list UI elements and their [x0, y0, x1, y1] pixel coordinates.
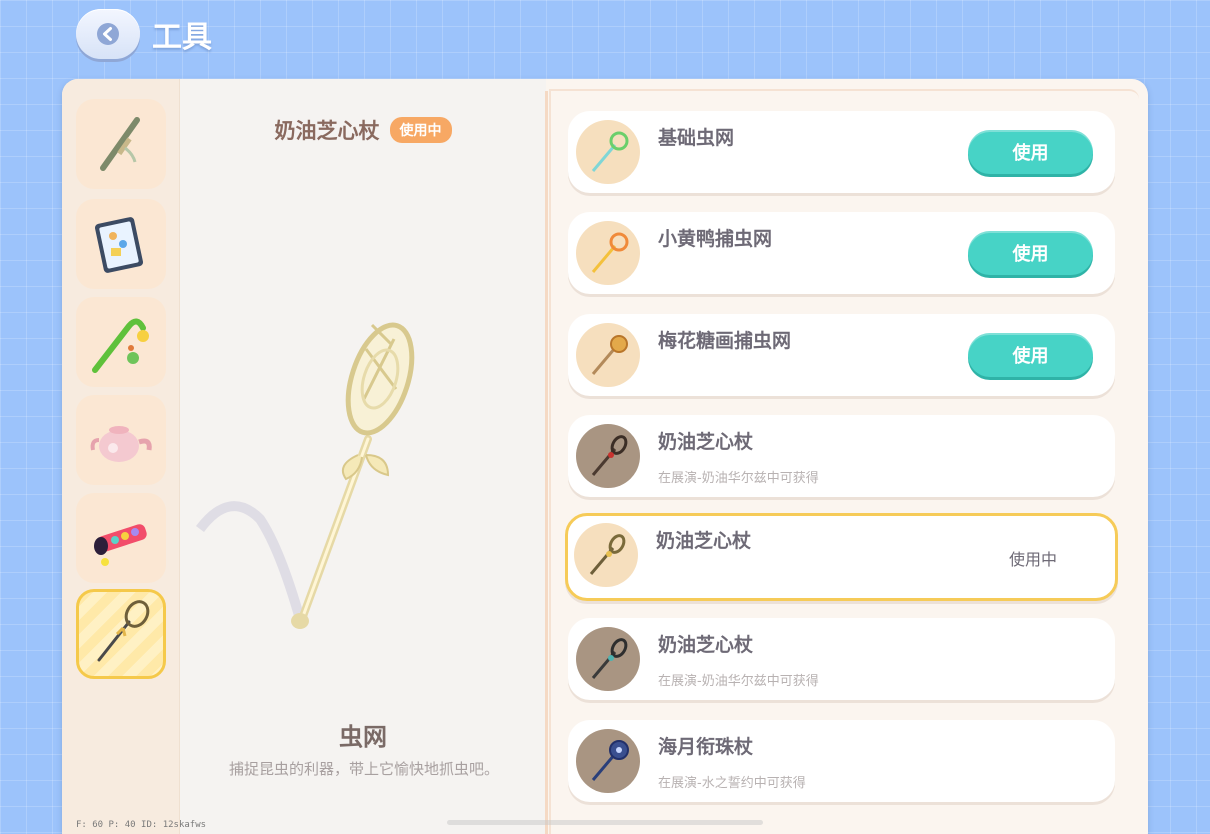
- use-button[interactable]: 使用: [968, 130, 1093, 174]
- list-item[interactable]: 小黄鸭捕虫网 使用: [568, 212, 1115, 294]
- bug-net-wand-icon: [97, 600, 150, 662]
- item-name: 小黄鸭捕虫网: [658, 228, 773, 250]
- back-button[interactable]: [76, 9, 140, 59]
- item-thumbnail: [574, 523, 638, 587]
- list-item[interactable]: 奶油芝心杖 在展演-奶油华尔兹中可获得: [568, 618, 1115, 700]
- item-name: 奶油芝心杖: [658, 634, 754, 656]
- category-name: 虫网: [339, 723, 387, 751]
- use-button[interactable]: 使用: [968, 231, 1093, 275]
- sea-moon-wand-icon: [591, 740, 629, 781]
- category-sidebar: [62, 79, 180, 834]
- page-title: 工具: [152, 20, 212, 55]
- preview-item-name: 奶油芝心杖: [274, 119, 380, 143]
- tablet-book-icon: [94, 217, 144, 273]
- sword-tool-icon: [100, 117, 140, 171]
- list-item-selected[interactable]: 奶油芝心杖 使用中: [565, 513, 1118, 601]
- kaleidoscope-icon: [94, 524, 147, 566]
- item-name: 奶油芝心杖: [656, 530, 752, 552]
- in-use-badge: 使用中: [389, 117, 452, 143]
- item-source: 在展演-奶油华尔兹中可获得: [658, 674, 819, 689]
- list-item[interactable]: 梅花糖画捕虫网 使用: [568, 314, 1115, 396]
- item-preview: 奶油芝心杖 使用中 虫网 捕捉昆虫的利器，带上它愉快地抓虫吧。: [180, 79, 546, 834]
- chevron-left-icon: [97, 23, 119, 45]
- sidebar-item-kaleidoscope[interactable]: [76, 493, 166, 583]
- sidebar-item-handbook[interactable]: [76, 199, 166, 289]
- sidebar-item-bug-net[interactable]: [76, 589, 166, 679]
- cream-wand-model: [196, 322, 415, 629]
- list-item[interactable]: 海月衔珠杖 在展演-水之誓约中可获得: [568, 720, 1115, 802]
- use-button[interactable]: 使用: [968, 333, 1093, 377]
- sidebar-item-teapot[interactable]: [76, 395, 166, 485]
- item-thumbnail: [576, 120, 640, 184]
- item-name: 奶油芝心杖: [658, 431, 754, 453]
- duck-net-icon: [591, 232, 629, 273]
- cream-wand-teal-icon: [591, 638, 628, 679]
- sidebar-item-tool[interactable]: [76, 99, 166, 189]
- basic-net-icon: [591, 131, 629, 172]
- panel-divider: [545, 91, 548, 834]
- cream-wand-red-icon: [591, 435, 628, 476]
- item-thumbnail: [576, 221, 640, 285]
- in-use-label: 使用中: [1008, 550, 1057, 569]
- sidebar-item-fishing[interactable]: [76, 297, 166, 387]
- item-thumbnail: [576, 323, 640, 387]
- teapot-icon: [90, 426, 152, 462]
- item-name: 梅花糖画捕虫网: [658, 330, 792, 352]
- category-description: 捕捉昆虫的利器，带上它愉快地抓虫吧。: [228, 760, 499, 778]
- item-name: 海月衔珠杖: [658, 736, 754, 758]
- debug-info: F: 60 P: 40 ID: 12skafws: [76, 820, 207, 830]
- cream-wand-gold-icon: [589, 534, 626, 575]
- item-source: 在展演-水之誓约中可获得: [658, 776, 806, 791]
- item-name: 基础虫网: [658, 127, 735, 149]
- header: 工具: [76, 8, 212, 60]
- item-source: 在展演-奶油华尔兹中可获得: [658, 471, 819, 486]
- plum-candy-net-icon: [591, 335, 628, 375]
- item-thumbnail: [576, 729, 640, 793]
- list-item[interactable]: 基础虫网 使用: [568, 111, 1115, 193]
- item-thumbnail: [576, 424, 640, 488]
- tool-panel: 奶油芝心杖 使用中 虫网 捕捉昆虫的利器，带上它愉快地抓虫吧。 基础虫网 使用: [62, 79, 1148, 834]
- list-item[interactable]: 奶油芝心杖 在展演-奶油华尔兹中可获得: [568, 415, 1115, 497]
- item-thumbnail: [576, 627, 640, 691]
- scrollbar[interactable]: [447, 820, 763, 825]
- fishing-rod-icon: [92, 318, 149, 373]
